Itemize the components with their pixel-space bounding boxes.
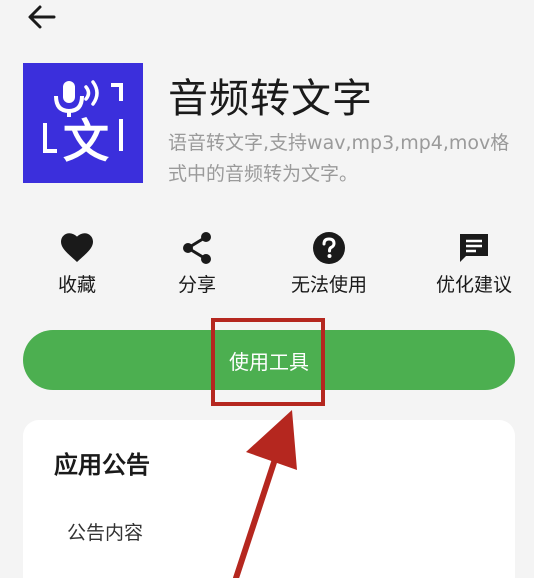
app-description: 语音转文字,支持wav,mp3,mp4,mov格式中的音频转为文字。 xyxy=(168,132,510,185)
use-tool-button[interactable]: 使用工具 xyxy=(23,330,515,390)
app-detail-page: 文 音频转文字 语音转文字,支持wav,mp3,mp4,mov格式中的音频转为文… xyxy=(0,0,534,578)
app-icon: 文 xyxy=(23,63,143,183)
app-title: 音频转文字 xyxy=(168,76,373,122)
favorite-button[interactable]: 收藏 xyxy=(47,230,107,300)
action-bar: 收藏 分享 无法使用 优化建议 xyxy=(0,230,534,300)
announcement-card: 应用公告 公告内容 xyxy=(23,420,515,578)
announcement-title: 应用公告 xyxy=(54,451,150,479)
announcement-content: 公告内容 xyxy=(67,522,144,544)
heart-icon xyxy=(59,230,95,266)
app-icon-glyph: 文 xyxy=(63,114,109,168)
share-icon xyxy=(179,230,215,266)
favorite-label: 收藏 xyxy=(57,274,96,296)
share-label: 分享 xyxy=(177,274,216,296)
cannot-use-label: 无法使用 xyxy=(290,274,367,296)
share-button[interactable]: 分享 xyxy=(167,230,227,300)
cannot-use-button[interactable]: 无法使用 xyxy=(279,230,379,300)
help-circle-icon xyxy=(311,230,347,266)
voice-to-text-icon: 文 xyxy=(23,61,143,185)
arrow-left-icon xyxy=(27,4,57,34)
feedback-button[interactable]: 优化建议 xyxy=(424,230,524,300)
feedback-label: 优化建议 xyxy=(435,274,512,296)
back-button[interactable] xyxy=(22,4,62,34)
feedback-icon xyxy=(456,230,492,266)
